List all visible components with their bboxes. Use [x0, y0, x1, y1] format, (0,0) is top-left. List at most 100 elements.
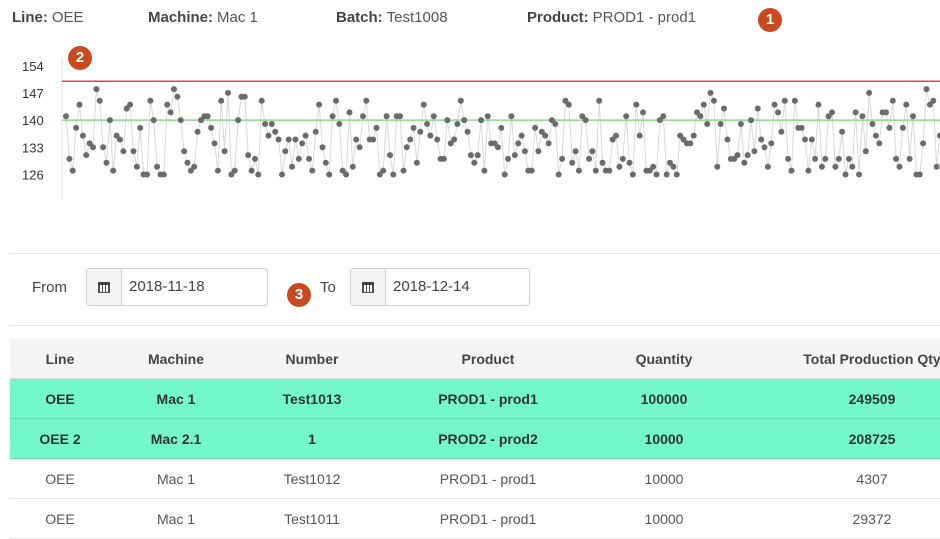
- data-point[interactable]: [100, 144, 107, 151]
- data-point[interactable]: [356, 144, 363, 151]
- data-point[interactable]: [467, 152, 474, 159]
- data-point[interactable]: [390, 171, 397, 178]
- column-header-machine[interactable]: Machine: [110, 339, 242, 379]
- data-point[interactable]: [670, 163, 677, 170]
- data-point[interactable]: [788, 167, 795, 174]
- data-point[interactable]: [872, 132, 879, 139]
- data-point[interactable]: [751, 148, 758, 155]
- data-point[interactable]: [400, 167, 407, 174]
- data-point[interactable]: [79, 132, 86, 139]
- data-point[interactable]: [83, 152, 90, 159]
- data-point[interactable]: [930, 97, 937, 104]
- from-date-field[interactable]: 2018-11-18: [86, 268, 268, 306]
- data-point[interactable]: [775, 109, 781, 116]
- data-point[interactable]: [471, 159, 478, 166]
- data-point[interactable]: [214, 167, 221, 174]
- data-point[interactable]: [832, 163, 839, 170]
- data-point[interactable]: [282, 148, 289, 155]
- data-point[interactable]: [150, 117, 157, 124]
- data-point[interactable]: [653, 171, 660, 178]
- data-point[interactable]: [596, 97, 603, 104]
- data-point[interactable]: [387, 152, 393, 159]
- data-point[interactable]: [241, 93, 248, 100]
- data-point[interactable]: [805, 167, 812, 174]
- data-point[interactable]: [349, 163, 356, 170]
- data-point[interactable]: [174, 93, 181, 100]
- data-point[interactable]: [130, 148, 137, 155]
- data-point[interactable]: [461, 117, 468, 124]
- data-point[interactable]: [427, 132, 434, 139]
- data-point[interactable]: [457, 97, 464, 104]
- data-point[interactable]: [812, 155, 819, 162]
- data-point[interactable]: [849, 163, 856, 170]
- data-point[interactable]: [754, 105, 761, 112]
- data-point[interactable]: [194, 128, 201, 135]
- data-point[interactable]: [69, 167, 76, 174]
- data-point[interactable]: [835, 155, 842, 162]
- data-point[interactable]: [245, 152, 252, 159]
- data-point[interactable]: [316, 101, 323, 108]
- data-point[interactable]: [252, 155, 258, 162]
- data-point[interactable]: [204, 113, 211, 120]
- data-point[interactable]: [464, 128, 471, 135]
- data-point[interactable]: [322, 159, 329, 166]
- data-point[interactable]: [312, 128, 319, 135]
- data-point[interactable]: [397, 113, 404, 120]
- data-point[interactable]: [535, 148, 542, 155]
- data-point[interactable]: [829, 109, 835, 116]
- data-point[interactable]: [275, 136, 282, 143]
- data-point[interactable]: [748, 117, 754, 124]
- data-point[interactable]: [650, 163, 657, 170]
- data-point[interactable]: [896, 163, 903, 170]
- data-point[interactable]: [839, 128, 846, 135]
- data-point[interactable]: [542, 132, 549, 139]
- data-point[interactable]: [616, 163, 623, 170]
- data-point[interactable]: [454, 121, 461, 127]
- data-point[interactable]: [171, 86, 177, 93]
- data-point[interactable]: [764, 163, 771, 170]
- data-point[interactable]: [106, 117, 113, 124]
- data-point[interactable]: [133, 163, 140, 170]
- data-point[interactable]: [235, 117, 242, 124]
- data-point[interactable]: [164, 101, 171, 108]
- data-point[interactable]: [127, 101, 134, 108]
- data-point[interactable]: [572, 148, 579, 155]
- column-header-line[interactable]: Line: [10, 339, 110, 379]
- data-point[interactable]: [893, 155, 900, 162]
- data-point[interactable]: [876, 140, 883, 147]
- to-date-field[interactable]: 2018-12-14: [350, 268, 530, 306]
- data-point[interactable]: [221, 148, 228, 155]
- data-point[interactable]: [721, 105, 727, 112]
- data-point[interactable]: [852, 109, 859, 116]
- data-point[interactable]: [599, 159, 606, 166]
- data-point[interactable]: [494, 144, 501, 151]
- data-point[interactable]: [103, 159, 110, 166]
- data-point[interactable]: [90, 144, 96, 151]
- data-point[interactable]: [528, 167, 535, 174]
- data-point[interactable]: [363, 97, 370, 104]
- data-point[interactable]: [856, 171, 862, 178]
- data-point[interactable]: [697, 113, 704, 120]
- data-point[interactable]: [434, 136, 441, 143]
- data-point[interactable]: [781, 97, 788, 104]
- data-point[interactable]: [613, 132, 619, 139]
- data-point[interactable]: [144, 171, 150, 178]
- data-point[interactable]: [306, 155, 312, 162]
- data-point[interactable]: [744, 152, 751, 159]
- data-point[interactable]: [808, 136, 815, 143]
- data-point[interactable]: [208, 124, 215, 131]
- data-point[interactable]: [299, 140, 306, 147]
- data-point[interactable]: [710, 97, 717, 104]
- data-point[interactable]: [424, 121, 431, 127]
- data-point[interactable]: [859, 113, 866, 120]
- data-point[interactable]: [737, 121, 744, 127]
- data-point[interactable]: [231, 167, 238, 174]
- data-point[interactable]: [292, 136, 299, 143]
- data-point[interactable]: [798, 124, 805, 131]
- data-point[interactable]: [532, 124, 539, 131]
- data-point[interactable]: [218, 97, 225, 104]
- data-point[interactable]: [862, 148, 869, 155]
- data-point[interactable]: [417, 128, 424, 135]
- data-point[interactable]: [866, 89, 873, 96]
- data-point[interactable]: [474, 152, 481, 159]
